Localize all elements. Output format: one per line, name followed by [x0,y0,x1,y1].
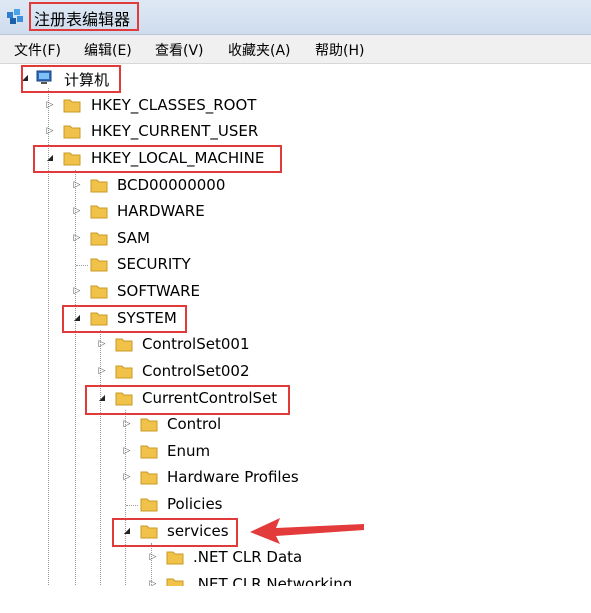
tree-node-controlset002[interactable]: ControlSet002 [97,360,277,384]
tree-node-control[interactable]: Control [122,413,272,437]
window-bottom-edge [0,586,591,613]
red-arrow-icon [250,518,364,544]
folder-icon [63,125,81,139]
tree-label: Control [167,415,222,433]
tree-label: .NET CLR Data [193,548,303,566]
folder-icon [63,99,81,113]
collapse-arrow-icon[interactable] [97,366,107,376]
collapse-arrow-icon[interactable] [148,552,158,562]
folder-icon [90,258,108,272]
tree-label: SAM [117,229,151,247]
title-bar[interactable]: 注册表编辑器 [0,0,591,35]
computer-highlight-box [21,65,121,93]
folder-icon [90,285,108,299]
hklm-highlight-box [33,145,282,173]
tree-label: Policies [167,495,223,513]
collapse-arrow-icon[interactable] [122,419,132,429]
folder-icon [90,205,108,219]
folder-icon [90,232,108,246]
menu-file[interactable]: 文件(F) [14,40,61,60]
tree-node-hkcu[interactable]: HKEY_CURRENT_USER [45,120,275,144]
collapse-arrow-icon[interactable] [72,286,82,296]
tree-label: SECURITY [117,255,191,273]
tree-label: Enum [167,442,211,460]
tree-node-enum[interactable]: Enum [122,440,272,464]
tree-label: Hardware Profiles [167,468,299,486]
tree-node-hkcr[interactable]: HKEY_CLASSES_ROOT [45,94,275,118]
collapse-arrow-icon[interactable] [72,233,82,243]
menu-edit[interactable]: 编辑(E) [84,40,132,60]
tree-node-hardware[interactable]: HARDWARE [72,200,242,224]
folder-icon [90,179,108,193]
menu-help[interactable]: 帮助(H) [315,40,364,60]
folder-icon [140,445,158,459]
title-highlight-box [29,2,139,31]
system-highlight-box [62,305,187,333]
folder-icon [140,418,158,432]
tree-label: HKEY_CURRENT_USER [91,122,259,140]
tree-node-hardware-profiles[interactable]: Hardware Profiles [122,466,332,490]
collapse-arrow-icon[interactable] [72,206,82,216]
folder-icon [140,471,158,485]
folder-icon [115,365,133,379]
tree-label: HKEY_CLASSES_ROOT [91,96,257,114]
tree-node-netclrnetworking[interactable]: .NET CLR Networking [148,573,378,587]
tree-label: SOFTWARE [117,282,201,300]
folder-icon [115,338,133,352]
folder-icon [140,498,158,512]
tree-label: ControlSet001 [142,335,250,353]
folder-icon [166,551,184,565]
registry-editor-icon [7,9,23,24]
collapse-arrow-icon[interactable] [72,180,82,190]
tree-node-software[interactable]: SOFTWARE [72,280,242,304]
collapse-arrow-icon[interactable] [122,446,132,456]
tree-label: BCD00000000 [117,176,226,194]
menu-bar: 文件(F) 编辑(E) 查看(V) 收藏夹(A) 帮助(H) [0,35,591,64]
collapse-arrow-icon[interactable] [45,126,55,136]
collapse-arrow-icon[interactable] [97,339,107,349]
tree-node-netclrdata[interactable]: .NET CLR Data [148,546,348,570]
services-highlight-box [112,518,238,547]
currentcontrolset-highlight-box [85,385,290,415]
tree-node-security[interactable]: SECURITY [72,253,242,277]
collapse-arrow-icon[interactable] [122,472,132,482]
tree-node-sam[interactable]: SAM [72,227,242,251]
tree-node-bcd[interactable]: BCD00000000 [72,174,242,198]
collapse-arrow-icon[interactable] [45,100,55,110]
tree-label: HARDWARE [117,202,205,220]
tree-node-controlset001[interactable]: ControlSet001 [97,333,277,357]
tree-label: ControlSet002 [142,362,250,380]
menu-favorites[interactable]: 收藏夹(A) [228,40,291,60]
menu-view[interactable]: 查看(V) [155,40,204,60]
